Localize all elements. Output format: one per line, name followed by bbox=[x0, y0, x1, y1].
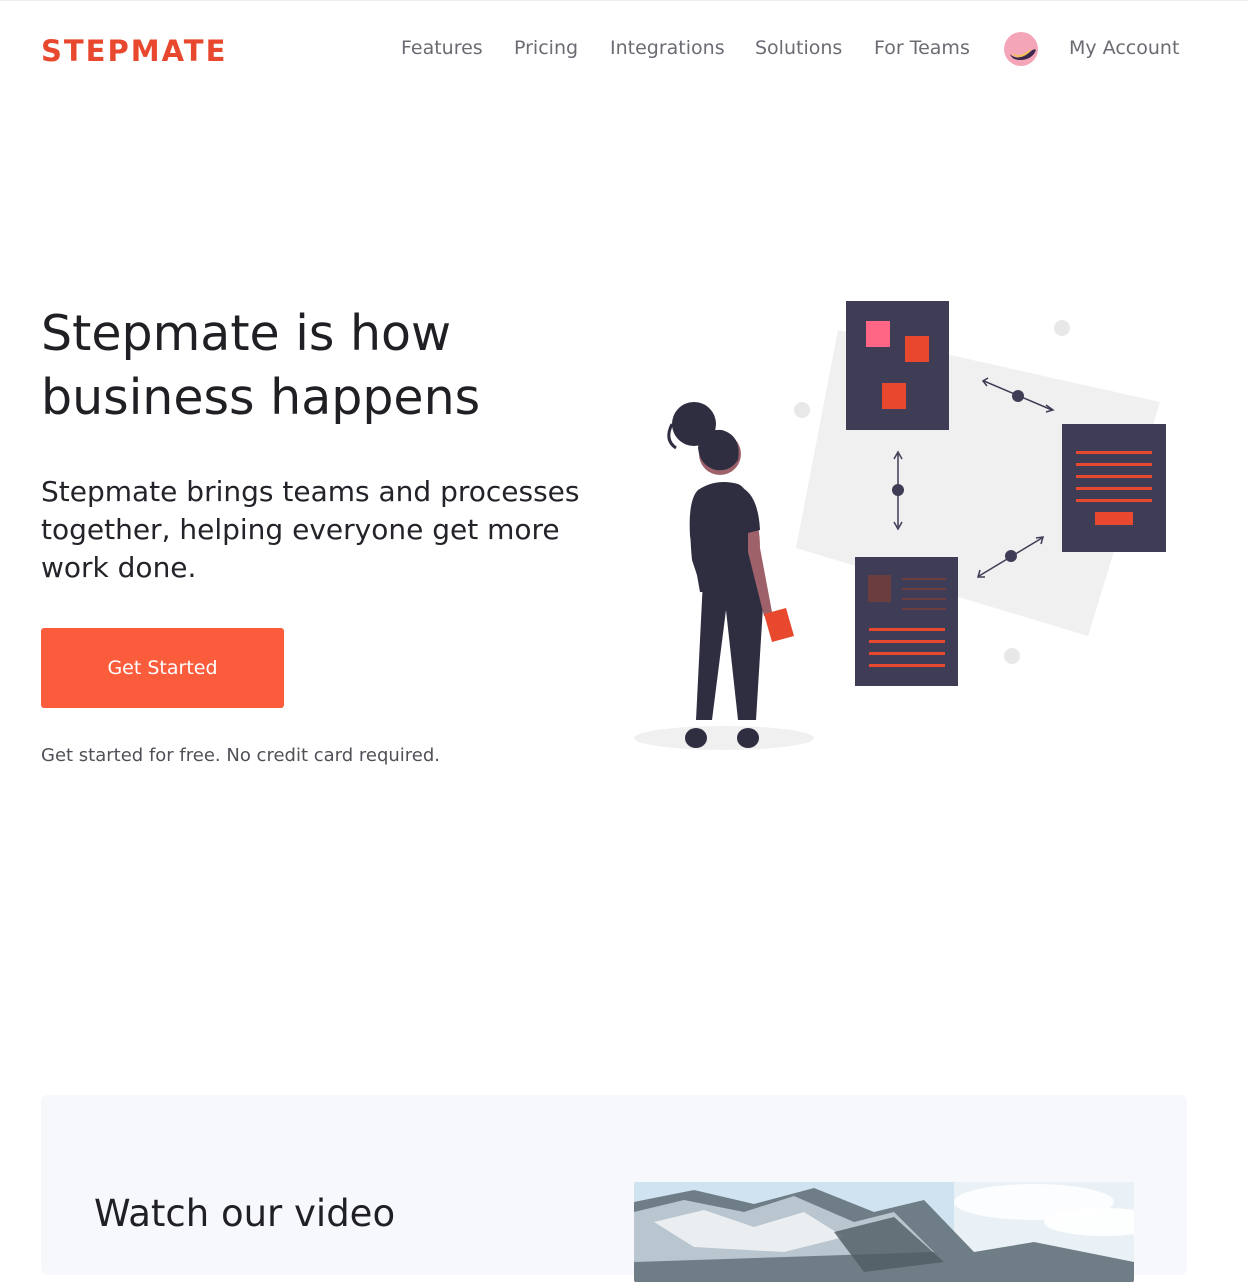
hero-subtitle-line: Stepmate brings teams and processes bbox=[41, 475, 580, 508]
document-card-icon bbox=[1062, 424, 1166, 552]
free-note: Get started for free. No credit card req… bbox=[41, 745, 441, 766]
nav-for-teams[interactable]: For Teams bbox=[874, 34, 970, 62]
hero-subtitle: Stepmate brings teams and processes toge… bbox=[41, 473, 611, 587]
nav-pricing[interactable]: Pricing bbox=[514, 34, 578, 62]
connector-node bbox=[1012, 390, 1024, 402]
nav-solutions[interactable]: Solutions bbox=[755, 34, 842, 62]
decor-dot bbox=[794, 402, 810, 418]
person-figure-icon bbox=[634, 402, 814, 750]
connector-node bbox=[1005, 550, 1017, 562]
decor-dot bbox=[1004, 648, 1020, 664]
mountain-thumbnail-icon bbox=[634, 1182, 1134, 1282]
hero-illustration bbox=[634, 301, 1166, 750]
hero-subtitle-line: work done. bbox=[41, 551, 197, 584]
hero-title-line: business happens bbox=[41, 369, 481, 426]
hero-title: Stepmate is how business happens bbox=[41, 302, 601, 430]
avatar-moon-icon bbox=[1010, 49, 1036, 60]
nav-features[interactable]: Features bbox=[401, 34, 483, 62]
nav-integrations[interactable]: Integrations bbox=[610, 34, 725, 62]
hero-subtitle-line: together, helping everyone get more bbox=[41, 513, 560, 546]
video-section-title: Watch our video bbox=[94, 1192, 396, 1235]
video-thumbnail[interactable] bbox=[634, 1182, 1134, 1282]
get-started-button[interactable]: Get Started bbox=[41, 628, 284, 708]
connector-node bbox=[892, 484, 904, 496]
decor-dot bbox=[1054, 320, 1070, 336]
kanban-card-icon bbox=[846, 301, 949, 430]
video-section: Watch our video bbox=[41, 1095, 1187, 1282]
main-nav: Features Pricing Integrations Solutions … bbox=[0, 34, 1248, 64]
avatar[interactable] bbox=[1004, 32, 1038, 66]
nav-my-account[interactable]: My Account bbox=[1069, 34, 1179, 62]
profile-card-icon bbox=[855, 557, 958, 686]
top-border bbox=[0, 0, 1248, 1]
hero-title-line: Stepmate is how bbox=[41, 305, 452, 362]
